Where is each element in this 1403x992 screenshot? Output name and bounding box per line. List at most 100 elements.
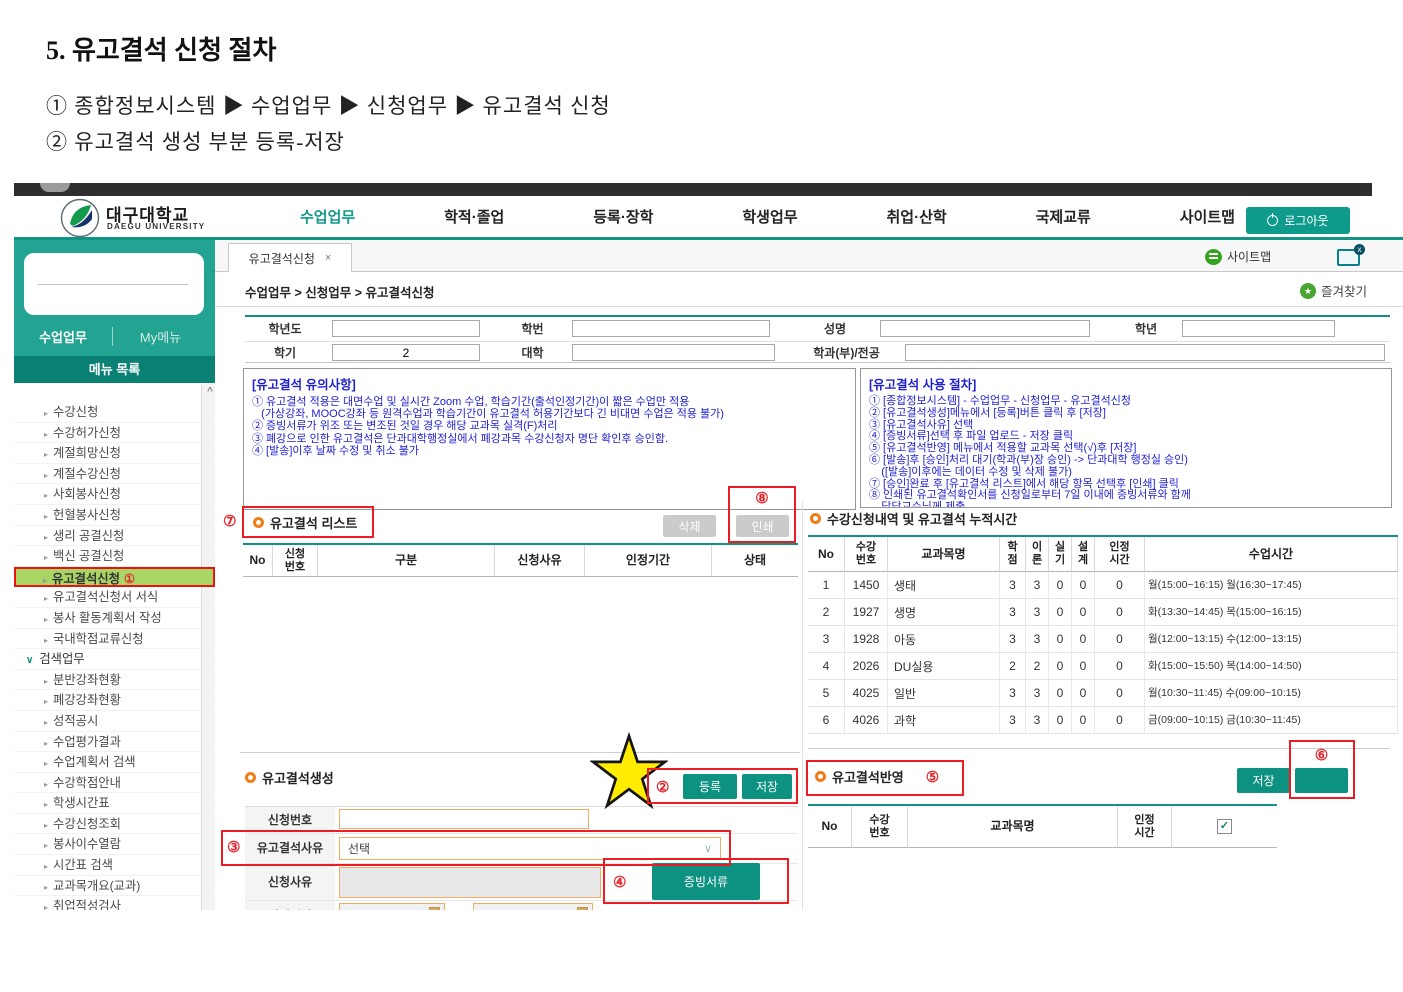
sidebar-item[interactable]: 분반강좌현황 <box>14 670 215 691</box>
annotation-1: ① <box>124 572 135 586</box>
sidebar-item-absence-apply[interactable]: 유고결석신청① <box>14 567 215 588</box>
window-chrome-bump <box>40 183 70 192</box>
name-label: 성명 <box>800 319 870 339</box>
name-input[interactable] <box>880 320 1090 337</box>
send-button[interactable] <box>1295 768 1348 793</box>
sidebar-item[interactable]: 시간표 검색 <box>14 855 215 876</box>
reason-label: 유고결석사유 <box>245 834 335 863</box>
major-input[interactable] <box>905 344 1385 361</box>
notice-procedure: [유고결석 사용 절차] ① [종합정보시스템] - 수업업무 - 신청업무 -… <box>860 368 1392 508</box>
sidebar-item[interactable]: 취업적성검사 <box>14 896 215 910</box>
tab-close-icon[interactable]: × <box>325 252 331 264</box>
sidebar-item[interactable]: 수강학점안내 <box>14 773 215 794</box>
delete-button[interactable]: 삭제 <box>663 515 716 537</box>
calendar-icon[interactable] <box>429 907 440 910</box>
table-row[interactable]: 2 <box>808 599 845 626</box>
chevron-down-icon <box>704 842 712 855</box>
logout-button[interactable]: 로그아웃 <box>1246 207 1350 234</box>
semester-input[interactable] <box>332 344 480 361</box>
year-input[interactable] <box>332 320 480 337</box>
scroll-up-icon[interactable]: ^ <box>207 386 213 397</box>
section-divider <box>802 502 803 910</box>
menu-arrow-icon <box>44 491 48 500</box>
year-label: 학년도 <box>250 319 320 339</box>
menu-arrow-icon <box>44 512 48 521</box>
sidebar-item[interactable]: 수업계획서 검색 <box>14 752 215 773</box>
annotation-5: ⑤ <box>926 768 939 786</box>
site-header: 대구대학교 DAEGU UNIVERSITY 수업업무 학적·졸업 등록·장학 … <box>14 196 1403 240</box>
menu-arrow-icon <box>44 718 48 727</box>
sidebar-item[interactable]: 수강신청 <box>14 402 215 423</box>
sidebar-item[interactable]: 학생시간표 <box>14 793 215 814</box>
sidebar-item[interactable]: 사회봉사신청 <box>14 484 215 505</box>
studentno-input[interactable] <box>572 320 770 337</box>
sidebar-item[interactable]: 계절수강신청 <box>14 464 215 485</box>
print-button[interactable]: 인쇄 <box>736 515 789 537</box>
sidebar-item[interactable]: 성적공시 <box>14 711 215 732</box>
menu-arrow-icon <box>44 636 48 645</box>
table-row[interactable]: 3 <box>808 626 845 653</box>
sidebar-tab-mymenu[interactable]: My메뉴 <box>113 327 208 346</box>
global-nav: 수업업무 학적·졸업 등록·장학 학생업무 취업·산학 국제교류 사이트맵 <box>300 196 1235 237</box>
nav-item-career[interactable]: 취업·산학 <box>887 206 947 227</box>
calendar-icon[interactable] <box>577 907 588 910</box>
menu-arrow-icon <box>44 739 48 748</box>
sidebar-item[interactable]: 폐강강좌현황 <box>14 690 215 711</box>
sidebar-item[interactable]: 생리 공결신청 <box>14 526 215 547</box>
grade-input[interactable] <box>1182 320 1335 337</box>
register-button[interactable]: 등록 <box>683 774 737 799</box>
table-row[interactable]: 1 <box>808 572 845 599</box>
star-callout <box>590 732 668 812</box>
sidebar-item[interactable]: 유고결석신청서 서식 <box>14 587 215 608</box>
annotation-8: ⑧ <box>728 489 796 507</box>
absence-reason-select[interactable]: 선택 <box>339 837 721 860</box>
doc-step-1: ① 종합정보시스템 ▶ 수업업무 ▶ 신청업무 ▶ 유고결석 신청 <box>46 90 611 120</box>
sidebar-item[interactable]: 계절희망신청 <box>14 443 215 464</box>
nav-item-registration[interactable]: 등록·장학 <box>593 206 653 227</box>
sidebar-item[interactable]: 국내학점교류신청 <box>14 629 215 650</box>
university-name-en: DAEGU UNIVERSITY <box>107 222 205 231</box>
sidebar-item[interactable]: 수업평가결과 <box>14 732 215 753</box>
select-all-checkbox[interactable]: ✓ <box>1217 819 1232 834</box>
sidebar-item[interactable]: 백신 공결신청 <box>14 546 215 567</box>
apply-save-button[interactable]: 저장 <box>1237 768 1290 793</box>
sidebar-group-search[interactable]: 검색업무 <box>14 649 215 670</box>
enrollment-table: No 수강 번호 교과목명 학 점 이 론 실 기 설 계 인정 시간 수업시간… <box>808 535 1398 734</box>
nav-item-records[interactable]: 학적·졸업 <box>444 206 504 227</box>
tab-absence-apply[interactable]: 유고결석신청 × <box>228 243 352 272</box>
menu-arrow-icon <box>44 553 48 562</box>
favorite-link[interactable]: 즐겨찾기 <box>1300 281 1367 300</box>
college-input[interactable] <box>572 344 775 361</box>
sitemap-link[interactable]: 사이트맵 <box>1205 248 1271 265</box>
nav-item-sitemap[interactable]: 사이트맵 <box>1180 206 1235 227</box>
sidebar-item[interactable]: 봉사이수열람 <box>14 834 215 855</box>
menu-arrow-icon <box>44 821 48 830</box>
sitemap-icon <box>1205 249 1222 265</box>
sidebar-item[interactable]: 수강신청조회 <box>14 814 215 835</box>
applyno-label: 신청번호 <box>245 807 335 833</box>
window-close-icon[interactable] <box>1337 249 1360 266</box>
table-row[interactable]: 6 <box>808 707 845 734</box>
sidebar-item[interactable]: 봉사 활동계획서 작성 <box>14 608 215 629</box>
applyno-input[interactable] <box>339 809 589 829</box>
detail-textarea[interactable] <box>339 867 601 898</box>
menu-arrow-icon <box>43 576 47 585</box>
sidebar-tab-classes[interactable]: 수업업무 <box>14 327 113 346</box>
nav-item-classes[interactable]: 수업업무 <box>300 206 355 227</box>
nav-item-international[interactable]: 국제교류 <box>1036 206 1091 227</box>
period-end-input[interactable] <box>473 903 593 910</box>
menu-arrow-icon <box>44 677 48 686</box>
menu-arrow-icon <box>44 862 48 871</box>
absence-list-table: No 신청 번호 구분 신청사유 인정기간 상태 <box>243 543 798 577</box>
absence-list-title: 유고결석 리스트 <box>253 513 357 532</box>
table-row[interactable]: 5 <box>808 680 845 707</box>
sidebar-item[interactable]: 수강허가신청 <box>14 423 215 444</box>
table-row[interactable]: 4 <box>808 653 845 680</box>
nav-item-student[interactable]: 학생업무 <box>742 206 797 227</box>
save-button[interactable]: 저장 <box>742 774 792 799</box>
menu-arrow-icon <box>44 883 48 892</box>
semester-label: 학기 <box>250 343 320 363</box>
attachment-button[interactable]: 증빙서류 <box>652 863 760 900</box>
sidebar-item[interactable]: 교과목개요(교과) <box>14 876 215 897</box>
sidebar-item[interactable]: 헌혈봉사신청 <box>14 505 215 526</box>
